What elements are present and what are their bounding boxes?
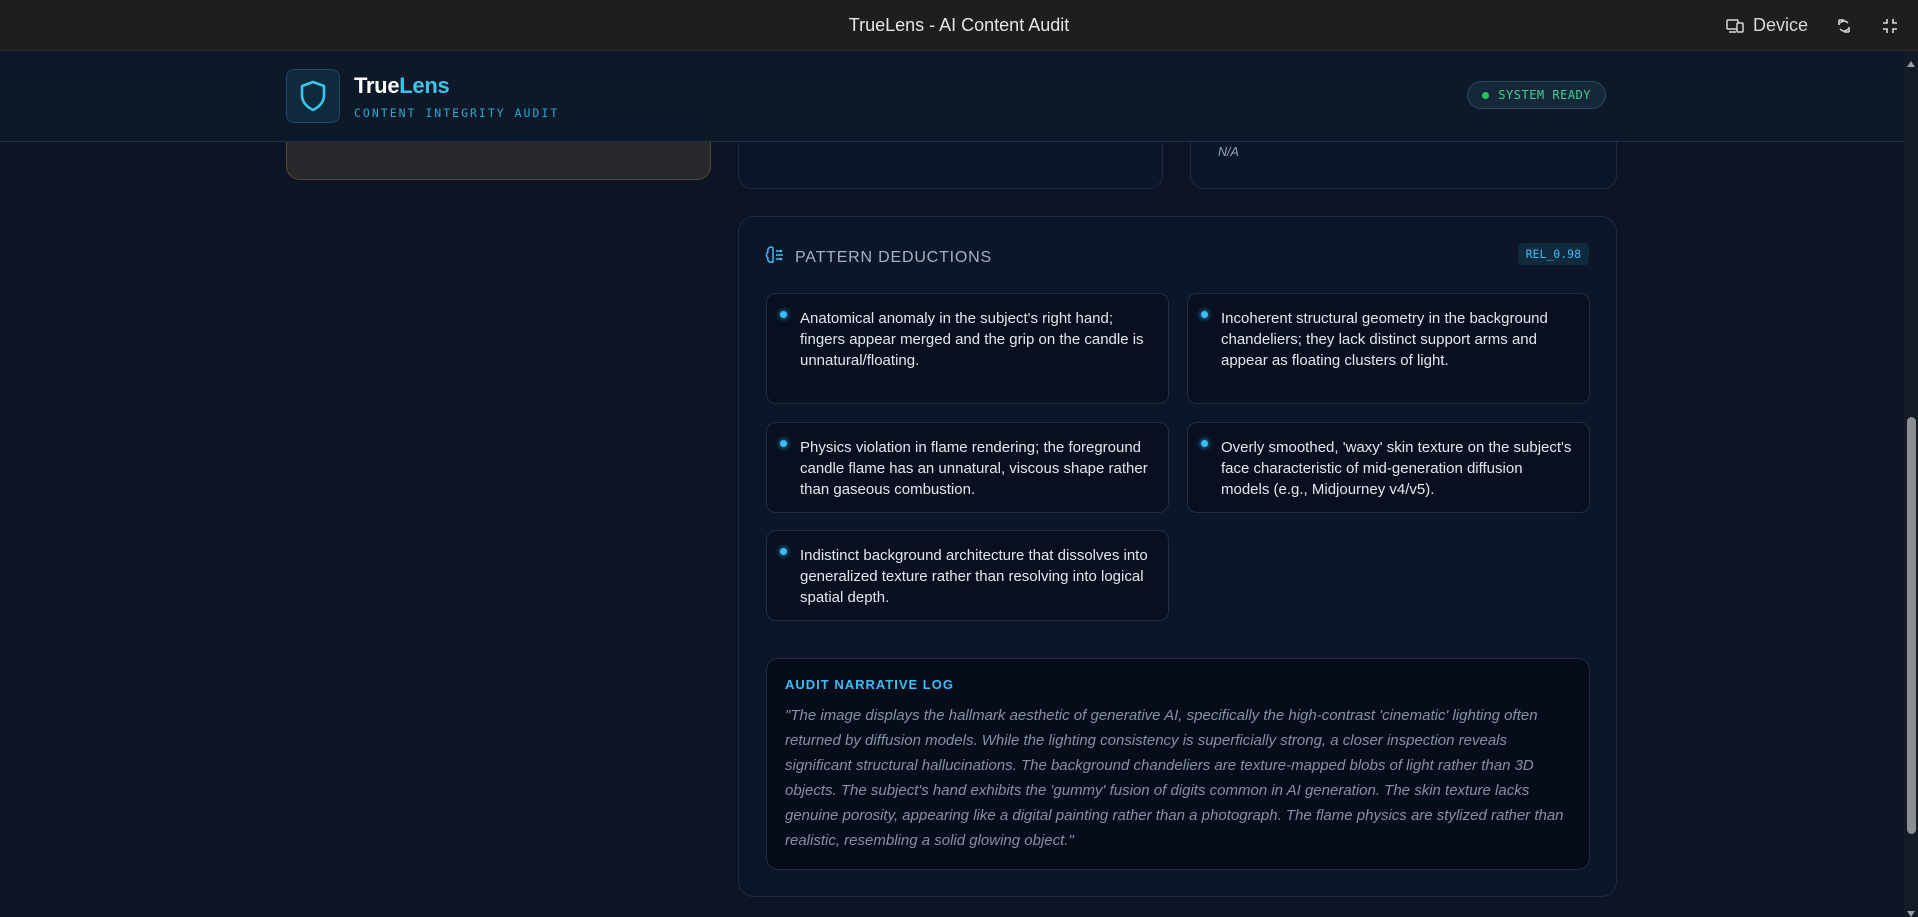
device-label: Device <box>1752 15 1808 35</box>
deduction-text: Physics violation in flame rendering; th… <box>800 439 1148 498</box>
device-button[interactable]: Device <box>1725 15 1808 36</box>
window-titlebar: TrueLens - AI Content Audit Device <box>0 0 1918 51</box>
window-title: TrueLens - AI Content Audit <box>848 14 1070 35</box>
brand-subtitle: CONTENT INTEGRITY AUDIT <box>354 105 560 120</box>
deduction-text: Indistinct background architecture that … <box>800 547 1148 606</box>
panel-title: PATTERN DEDUCTIONS <box>795 248 992 266</box>
status-dot-icon <box>1482 91 1490 99</box>
bullet-icon <box>780 311 787 318</box>
devices-icon <box>1725 16 1745 36</box>
deduction-text: Overly smoothed, 'waxy' skin texture on … <box>1221 439 1572 498</box>
panel-header: PATTERN DEDUCTIONS <box>765 245 992 270</box>
deduction-item: Incoherent structural geometry in the ba… <box>1187 293 1590 404</box>
bullet-icon <box>780 440 787 447</box>
page-scrollbar[interactable] <box>1904 51 1918 917</box>
scroll-thumb[interactable] <box>1907 417 1916 834</box>
brain-icon <box>765 245 785 270</box>
bullet-icon <box>1201 440 1208 447</box>
scroll-down-icon[interactable] <box>1907 905 1915 917</box>
narrative-label: AUDIT NARRATIVE LOG <box>785 677 954 692</box>
bullet-icon <box>780 548 787 555</box>
deduction-text: Anatomical anomaly in the subject's righ… <box>800 310 1144 369</box>
brand-name: TrueLens <box>354 73 559 99</box>
app-header: TrueLens CONTENT INTEGRITY AUDIT SYSTEM … <box>0 51 1904 142</box>
status-badge: SYSTEM READY <box>1467 81 1606 109</box>
deduction-item: Indistinct background architecture that … <box>766 530 1169 621</box>
deduction-item: Anatomical anomaly in the subject's righ… <box>766 293 1169 404</box>
metadata-value: N/A <box>1218 145 1239 159</box>
pattern-deductions-panel: PATTERN DEDUCTIONS REL_0.98 Anatomical a… <box>738 216 1617 897</box>
window-controls: Device <box>1725 0 1900 51</box>
bullet-icon <box>1201 311 1208 318</box>
deduction-item: Physics violation in flame rendering; th… <box>766 422 1169 513</box>
deduction-item: Overly smoothed, 'waxy' skin texture on … <box>1187 422 1590 513</box>
brand-name-second: Lens <box>399 72 450 98</box>
brand-name-first: True <box>354 72 400 98</box>
shield-icon <box>286 69 340 123</box>
rotate-icon[interactable] <box>1834 16 1854 36</box>
brand[interactable]: TrueLens CONTENT INTEGRITY AUDIT <box>286 69 559 123</box>
status-text: SYSTEM READY <box>1498 88 1591 102</box>
narrative-text: "The image displays the hallmark aesthet… <box>785 707 1564 849</box>
reliability-badge: REL_0.98 <box>1517 243 1589 265</box>
deduction-text: Incoherent structural geometry in the ba… <box>1221 310 1548 369</box>
audit-narrative-log: AUDIT NARRATIVE LOG "The image displays … <box>766 658 1590 870</box>
fullscreen-icon[interactable] <box>1880 16 1900 36</box>
scroll-up-icon[interactable] <box>1907 55 1915 67</box>
